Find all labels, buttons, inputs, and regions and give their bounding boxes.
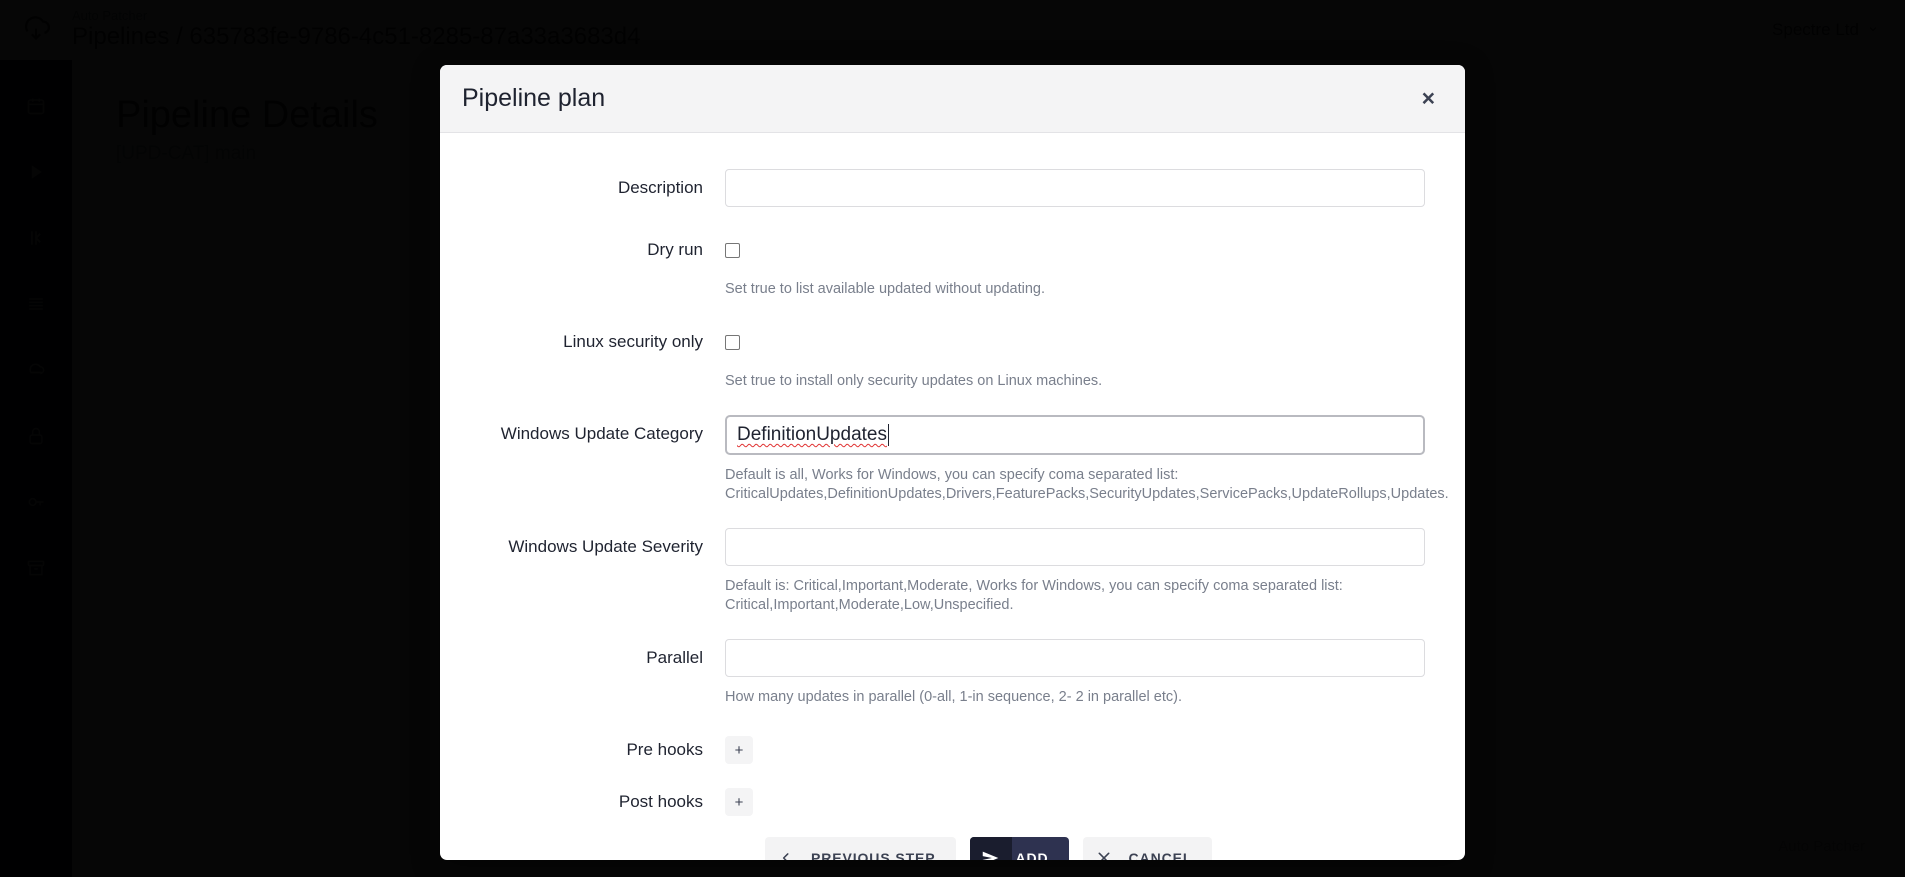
dialog-title: Pipeline plan (462, 84, 606, 112)
dialog-header: Pipeline plan × (440, 65, 1465, 133)
linux-security-only-label: Linux security only (563, 332, 703, 351)
field-pre-hooks: Pre hooks + (480, 731, 1425, 769)
add-label: ADD (1015, 850, 1049, 860)
pre-hooks-label: Pre hooks (626, 740, 703, 759)
linux-security-only-checkbox[interactable] (725, 334, 740, 350)
close-icon[interactable]: × (1416, 83, 1441, 114)
add-button[interactable]: ADD (969, 837, 1069, 860)
dialog-footer: PREVIOUS STEP ADD CANCEL (480, 821, 1425, 860)
pipeline-plan-dialog: Pipeline plan × Description Dry run Set … (440, 65, 1465, 860)
send-icon (969, 837, 1012, 860)
description-input[interactable] (725, 169, 1425, 207)
windows-update-severity-help-line2: Critical,Important,Moderate,Low,Unspecif… (725, 597, 1014, 613)
previous-step-button[interactable]: PREVIOUS STEP (765, 837, 956, 860)
parallel-input[interactable] (725, 639, 1425, 677)
windows-update-category-value: DefinitionUpdates (737, 424, 887, 445)
text-caret (887, 424, 889, 446)
field-windows-update-category: Windows Update Category DefinitionUpdate… (480, 415, 1449, 504)
dialog-body: Description Dry run Set true to list ava… (440, 133, 1465, 860)
post-hooks-label: Post hooks (618, 792, 703, 811)
dry-run-help: Set true to list available updated witho… (725, 281, 1046, 297)
field-windows-update-severity: Windows Update Severity Default is: Crit… (480, 528, 1425, 615)
add-pre-hook-button[interactable]: + (725, 736, 753, 764)
windows-update-category-label: Windows Update Category (500, 424, 703, 443)
dry-run-label: Dry run (647, 240, 703, 259)
add-post-hook-button[interactable]: + (725, 788, 753, 816)
previous-step-label: PREVIOUS STEP (811, 850, 936, 860)
parallel-label: Parallel (646, 648, 703, 667)
windows-update-severity-help: Default is: Critical,Important,Moderate,… (725, 577, 1425, 615)
field-description: Description (480, 169, 1425, 207)
parallel-help: How many updates in parallel (0-all, 1-i… (725, 689, 1182, 705)
windows-update-category-help-line2: CriticalUpdates,DefinitionUpdates,Driver… (725, 486, 1449, 502)
description-label: Description (617, 178, 703, 197)
windows-update-severity-label: Windows Update Severity (508, 537, 703, 556)
close-icon (1083, 837, 1125, 860)
chevron-left-icon (765, 837, 807, 860)
field-linux-security-only: Linux security only Set true to install … (480, 323, 1425, 391)
field-dry-run: Dry run Set true to list available updat… (480, 231, 1425, 299)
windows-update-category-help: Default is all, Works for Windows, you c… (725, 466, 1449, 504)
field-post-hooks: Post hooks + (480, 783, 1425, 821)
cancel-button[interactable]: CANCEL (1082, 837, 1213, 860)
linux-security-only-help: Set true to install only security update… (725, 373, 1103, 389)
windows-update-severity-input[interactable] (725, 528, 1425, 566)
cancel-label: CANCEL (1128, 850, 1193, 860)
dry-run-checkbox[interactable] (725, 242, 740, 258)
field-parallel: Parallel How many updates in parallel (0… (480, 639, 1425, 707)
windows-update-category-input[interactable]: DefinitionUpdates (725, 415, 1425, 455)
windows-update-severity-help-line1: Default is: Critical,Important,Moderate,… (725, 578, 1343, 594)
windows-update-category-help-line1: Default is all, Works for Windows, you c… (725, 467, 1179, 483)
